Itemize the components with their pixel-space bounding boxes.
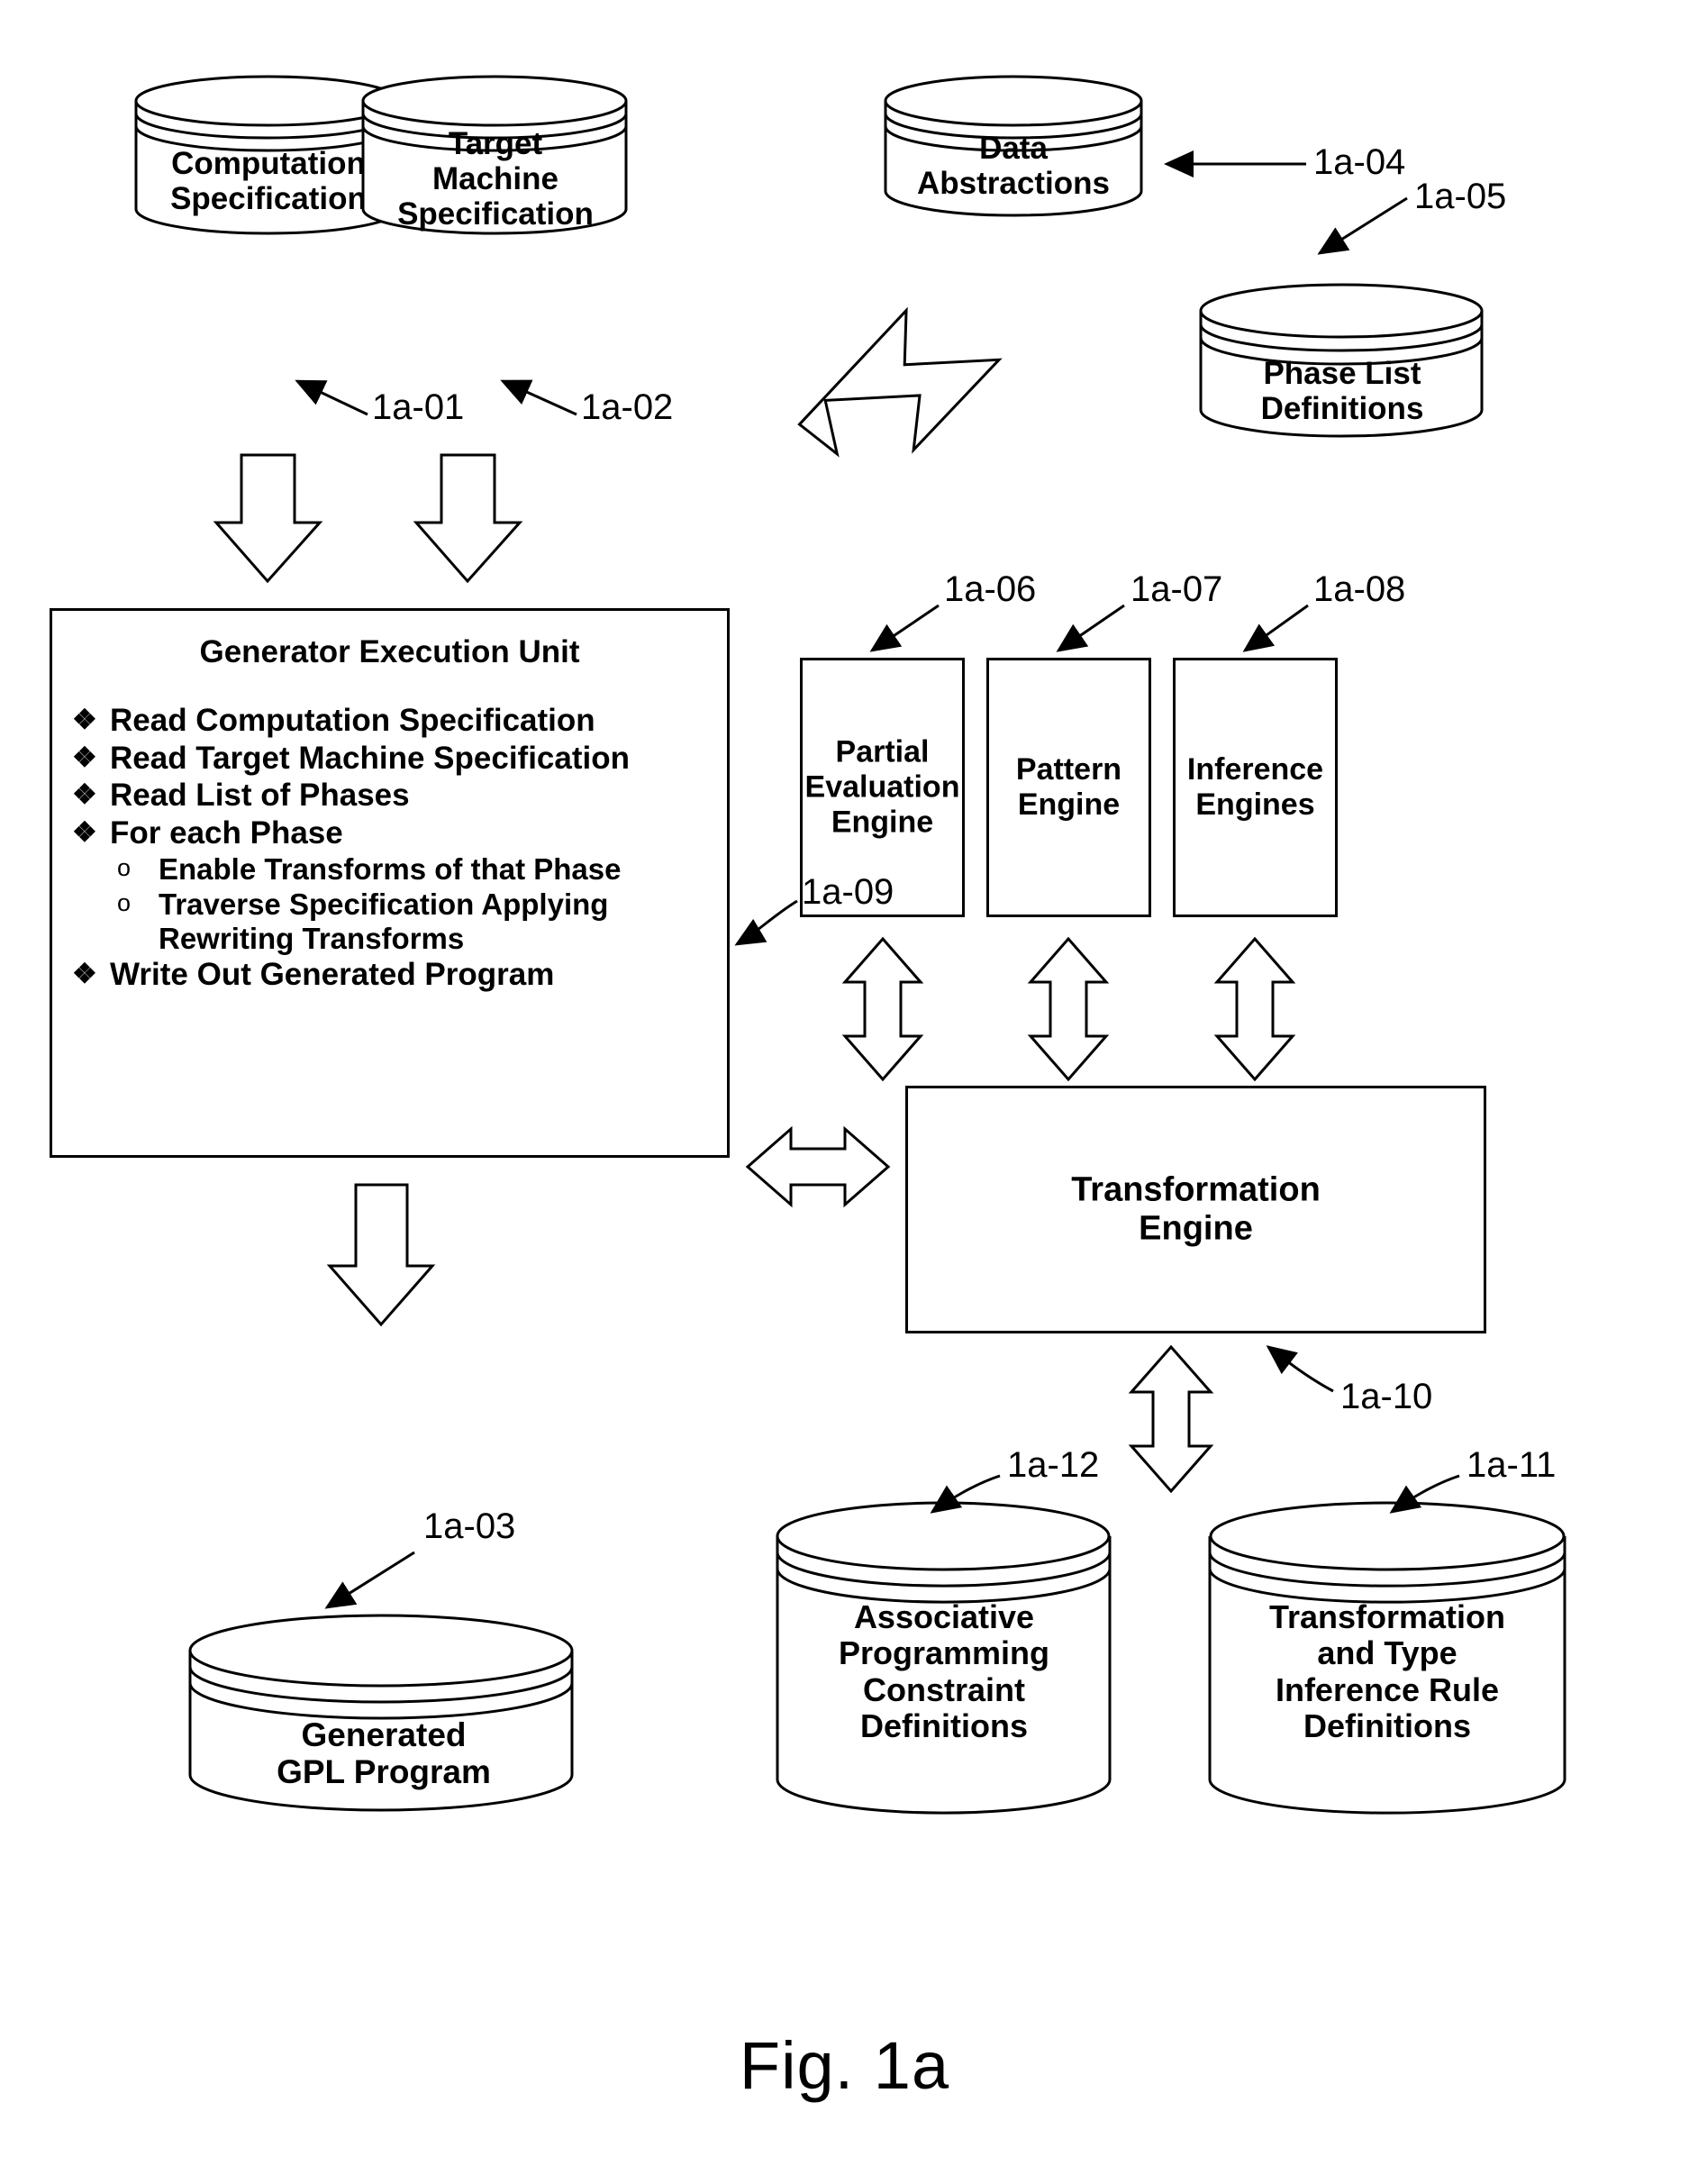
list-item-label: Enable Transforms of that Phase xyxy=(159,852,622,887)
bullet-diamond-icon: ❖ xyxy=(72,741,97,773)
double-arrow-transformation-to-definitions xyxy=(1128,1344,1214,1494)
transformation-engine-box: Transformation Engine xyxy=(905,1086,1486,1333)
list-item-label: Traverse Specification Applying Rewritin… xyxy=(159,887,609,955)
list-item-label: Read Computation Specification xyxy=(110,703,595,738)
bullet-diamond-icon: ❖ xyxy=(72,958,97,990)
bullet-diamond-icon: ❖ xyxy=(72,778,97,811)
list-item: ❖ Read List of Phases xyxy=(52,778,727,814)
bullet-circle-icon: o xyxy=(117,854,132,882)
pattern-engine-label: Pattern Engine xyxy=(1015,751,1122,822)
db-transformation-type-inference-rule-definitions xyxy=(1207,1500,1567,1815)
ref-label-1a-08: 1a-08 xyxy=(1313,569,1406,609)
figure-caption: Fig. 1a xyxy=(739,2028,950,2103)
block-arrow-computation-to-geu xyxy=(213,453,323,584)
generator-execution-unit-title: Generator Execution Unit xyxy=(199,634,580,669)
leader-1a-10 xyxy=(1266,1345,1334,1393)
ref-label-1a-09: 1a-09 xyxy=(802,872,894,912)
generator-execution-unit-list: ❖ Read Computation Specification ❖ Read … xyxy=(52,703,727,993)
list-item-label: For each Phase xyxy=(110,814,343,851)
block-arrow-abstractions-to-geu xyxy=(797,306,1003,458)
ref-label-1a-05: 1a-05 xyxy=(1414,177,1507,216)
bullet-circle-icon: o xyxy=(117,889,132,917)
leader-1a-06 xyxy=(869,604,940,652)
ref-label-1a-11: 1a-11 xyxy=(1467,1445,1557,1485)
ref-label-1a-06: 1a-06 xyxy=(944,569,1037,609)
figure-canvas: Computation Specification Target Machine… xyxy=(0,0,1689,2184)
ref-label-1a-03: 1a-03 xyxy=(423,1506,516,1546)
ref-label-1a-07: 1a-07 xyxy=(1131,569,1223,609)
double-arrow-geu-transformation xyxy=(745,1125,891,1208)
double-arrow-pattern-engine xyxy=(1027,936,1110,1082)
leader-1a-08 xyxy=(1242,604,1309,652)
ref-label-1a-04: 1a-04 xyxy=(1313,142,1406,182)
list-item-label: Write Out Generated Program xyxy=(110,957,555,993)
pattern-engine-box: Pattern Engine xyxy=(986,658,1151,917)
ref-label-1a-02: 1a-02 xyxy=(581,387,674,427)
inference-engines-label: Inference Engines xyxy=(1186,751,1324,822)
leader-1a-09 xyxy=(734,899,798,946)
list-item: ❖ For each Phase xyxy=(52,815,727,851)
inference-engines-box: Inference Engines xyxy=(1173,658,1338,917)
leader-1a-05 xyxy=(1317,196,1408,255)
leader-1a-02 xyxy=(500,379,577,416)
leader-1a-01 xyxy=(295,379,368,416)
db-associative-programming-constraint-definitions xyxy=(775,1500,1112,1815)
partial-evaluation-engine-label: Partial Evaluation Engine xyxy=(804,734,960,840)
db-phase-list-definitions xyxy=(1198,281,1485,439)
double-arrow-inference-engines xyxy=(1213,936,1296,1082)
leader-1a-07 xyxy=(1056,604,1125,652)
bullet-diamond-icon: ❖ xyxy=(72,704,97,735)
list-item: ❖ Read Computation Specification xyxy=(52,703,727,739)
generator-execution-unit-box: Generator Execution Unit ❖ Read Computat… xyxy=(50,608,730,1158)
list-item-label: Read List of Phases xyxy=(110,778,410,814)
transformation-engine-label: Transformation Engine xyxy=(1071,1169,1321,1248)
ref-label-1a-10: 1a-10 xyxy=(1340,1377,1433,1416)
ref-label-1a-12: 1a-12 xyxy=(1007,1445,1100,1485)
db-computation-specification-body xyxy=(133,236,402,237)
double-arrow-partial-evaluation xyxy=(841,936,924,1082)
list-item: ❖ Write Out Generated Program xyxy=(52,957,727,993)
db-target-machine-specification xyxy=(360,74,629,236)
list-item: o Traverse Specification Applying Rewrit… xyxy=(52,887,727,955)
block-arrow-target-machine-to-geu xyxy=(413,453,523,584)
block-arrow-geu-to-generated-program xyxy=(326,1183,436,1327)
list-item-label: Read Target Machine Specification xyxy=(110,740,630,776)
db-data-abstractions xyxy=(883,74,1144,218)
bullet-diamond-icon: ❖ xyxy=(72,815,97,848)
db-generated-gpl-program xyxy=(187,1613,575,1813)
ref-label-1a-01: 1a-01 xyxy=(372,387,465,427)
list-item: ❖ Read Target Machine Specification xyxy=(52,741,727,777)
list-item: o Enable Transforms of that Phase xyxy=(52,852,727,886)
leader-1a-03 xyxy=(324,1551,415,1609)
